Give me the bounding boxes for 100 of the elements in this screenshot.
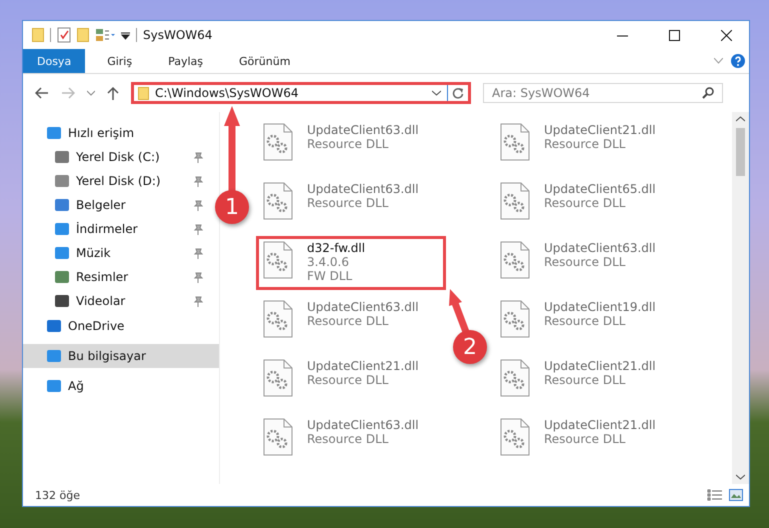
file-detail: Resource DLL [544,373,626,387]
large-icons-view-icon[interactable] [729,489,743,501]
sidebar-item[interactable]: Müzik [23,241,219,265]
up-arrow-icon[interactable] [107,86,119,100]
recent-caret-icon[interactable] [87,90,95,96]
file-item[interactable]: UpdateClient19.dll Resource DLL [493,295,723,349]
file-detail: Resource DLL [307,137,390,151]
search-icon[interactable] [702,87,714,99]
sidebar-item[interactable]: Videolar [23,289,219,313]
file-detail: Resource DLL [544,137,626,151]
file-item[interactable]: d32-fw.dll 3.4.0.6 FW DLL [256,236,446,290]
sidebar-icon [55,199,69,211]
file-detail: FW DLL [307,269,354,283]
window-title: SysWOW64 [143,28,212,42]
view-options-icon[interactable] [95,28,115,42]
details-view-icon[interactable] [707,489,723,501]
sidebar-icon [47,380,61,392]
file-name: UpdateClient63.dll [544,241,656,255]
sidebar-item[interactable]: Resimler [23,265,219,289]
file-name: UpdateClient21.dll [307,359,419,373]
file-item[interactable]: UpdateClient21.dll Resource DLL [493,118,723,172]
sidebar-item[interactable]: Hızlı erişim [23,121,219,145]
sidebar-item[interactable]: Yerel Disk (C:) [23,145,219,169]
sidebar-icon [55,151,69,163]
file-detail: Resource DLL [544,432,626,446]
ribbon-tab[interactable]: Giriş [93,49,146,73]
file-detail: Resource DLL [544,255,626,269]
pin-icon[interactable] [193,224,203,234]
sidebar-icon [55,175,69,187]
maximize-icon [668,30,680,40]
ribbon-tab[interactable]: Paylaş [154,49,217,73]
sidebar-icon [47,320,61,332]
ribbon-tab[interactable]: Dosya [23,49,86,73]
pin-icon[interactable] [193,176,203,186]
file-name: UpdateClient63.dll [307,418,419,432]
dropdown-caret-icon[interactable] [432,90,441,96]
dll-file-icon [263,241,293,279]
dll-file-icon [500,359,530,397]
file-name: UpdateClient21.dll [544,359,656,373]
sidebar-item[interactable]: Ağ [23,374,219,398]
file-item[interactable]: UpdateClient63.dll Resource DLL [256,413,446,467]
dll-file-icon [500,241,530,279]
customize-caret-icon[interactable] [121,30,130,40]
dll-file-icon [500,182,530,220]
file-item[interactable]: UpdateClient65.dll Resource DLL [493,177,723,231]
pin-icon[interactable] [193,200,203,210]
file-name: UpdateClient21.dll [544,123,656,137]
forward-arrow-icon[interactable] [61,87,75,99]
file-detail: Resource DLL [307,373,390,387]
sidebar-icon [55,295,69,307]
callout-arrow [449,289,470,334]
file-item[interactable]: UpdateClient21.dll Resource DLL [493,413,723,467]
dll-file-icon [263,300,293,338]
file-item[interactable]: UpdateClient63.dll Resource DLL [256,118,446,172]
file-item[interactable]: UpdateClient63.dll Resource DLL [256,295,446,349]
file-item[interactable]: UpdateClient63.dll Resource DLL [256,177,446,231]
file-name: UpdateClient63.dll [307,182,419,196]
file-item[interactable]: UpdateClient21.dll Resource DLL [256,354,446,408]
ribbon-tab[interactable]: Görünüm [225,49,304,73]
address-path: C:\Windows\SysWOW64 [155,86,300,100]
dll-file-icon [500,300,530,338]
dll-file-icon [263,418,293,456]
file-detail: Resource DLL [307,432,390,446]
file-name: UpdateClient63.dll [307,123,419,137]
close-icon [720,30,732,40]
dll-file-icon [263,123,293,161]
sidebar-item[interactable]: Bu bilgisayar [23,344,219,368]
scroll-down-icon[interactable] [736,474,745,480]
sidebar-icon [47,127,61,139]
sidebar-item[interactable]: OneDrive [23,314,219,338]
address-field[interactable]: C:\Windows\SysWOW64 [131,82,471,104]
file-item[interactable]: UpdateClient21.dll Resource DLL [493,354,723,408]
dll-file-icon [263,182,293,220]
pin-icon[interactable] [193,296,203,306]
properties-icon[interactable] [57,27,71,43]
file-detail: Resource DLL [544,314,626,328]
pin-icon[interactable] [193,248,203,258]
pin-icon[interactable] [193,272,203,282]
scrollbar-thumb[interactable] [736,128,745,176]
file-item[interactable]: UpdateClient63.dll Resource DLL [493,236,723,290]
file-name: UpdateClient63.dll [307,300,419,314]
sidebar-icon [47,350,61,362]
dll-file-icon [500,123,530,161]
back-arrow-icon[interactable] [35,87,49,99]
sidebar-item[interactable]: Yerel Disk (D:) [23,169,219,193]
expand-ribbon-icon[interactable] [714,58,723,64]
search-field[interactable]: Ara: SysWOW64 [483,83,723,103]
help-icon[interactable] [731,54,745,68]
sidebar-icon [55,247,69,259]
sidebar-icon [55,271,69,283]
pin-icon[interactable] [193,152,203,162]
file-name: UpdateClient21.dll [544,418,656,432]
file-detail: Resource DLL [544,196,626,210]
scrollbar[interactable] [732,112,749,484]
sidebar-icon [55,223,69,235]
file-detail: 3.4.0.6 [307,255,350,269]
file-detail: Resource DLL [307,314,390,328]
dll-file-icon [263,359,293,397]
file-detail: Resource DLL [307,196,390,210]
scroll-up-icon[interactable] [736,116,745,122]
